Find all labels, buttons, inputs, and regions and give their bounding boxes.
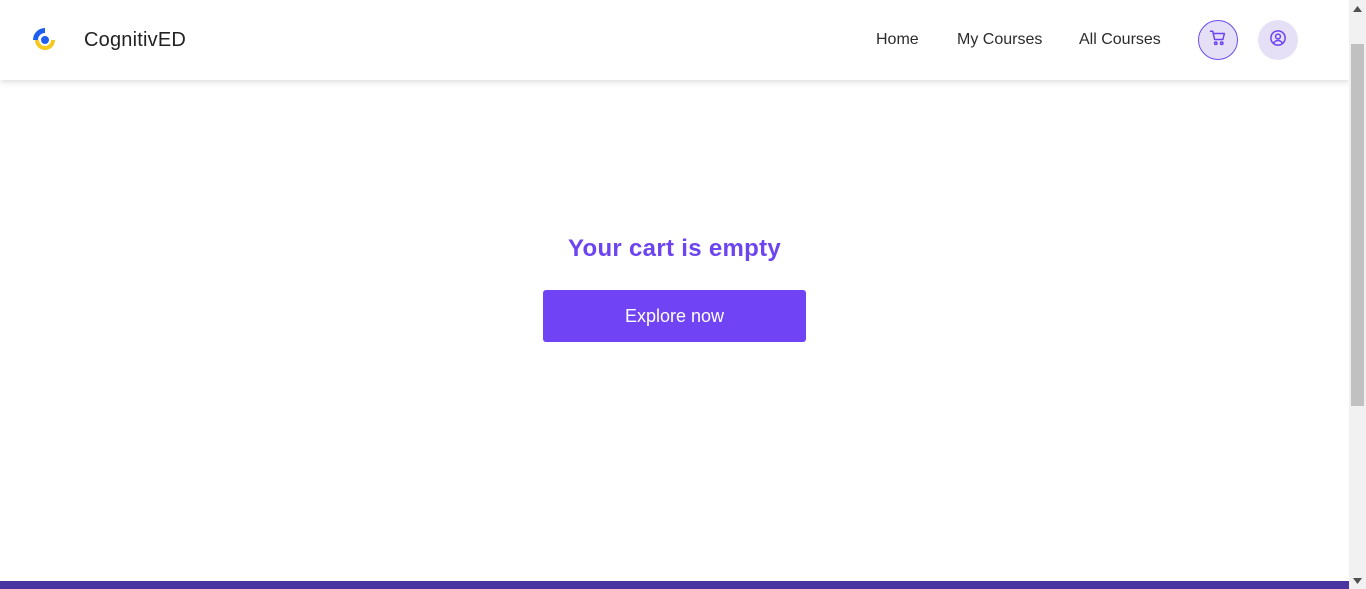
viewport: CognitivED Home My Courses All Courses Y… xyxy=(0,0,1349,589)
top-navbar: CognitivED Home My Courses All Courses xyxy=(0,0,1349,80)
nav-all-courses-link[interactable]: All Courses xyxy=(1079,30,1161,50)
nav-my-courses-link[interactable]: My Courses xyxy=(957,30,1042,50)
scrollbar-thumb[interactable] xyxy=(1351,44,1364,406)
brand-name[interactable]: CognitivED xyxy=(84,29,186,51)
profile-button[interactable] xyxy=(1258,20,1298,60)
scroll-up-arrow-icon[interactable] xyxy=(1349,0,1366,17)
page: CognitivED Home My Courses All Courses Y… xyxy=(0,0,1366,589)
logo-icon[interactable] xyxy=(29,24,61,56)
cart-button[interactable] xyxy=(1198,20,1238,60)
cart-icon xyxy=(1209,29,1227,52)
nav-home-link[interactable]: Home xyxy=(876,30,919,50)
footer xyxy=(0,581,1349,589)
explore-now-button[interactable]: Explore now xyxy=(543,290,806,342)
scroll-down-arrow-icon[interactable] xyxy=(1349,572,1366,589)
user-circle-icon xyxy=(1269,29,1287,52)
empty-cart-message: Your cart is empty xyxy=(567,235,782,262)
vertical-scrollbar[interactable] xyxy=(1349,0,1366,589)
